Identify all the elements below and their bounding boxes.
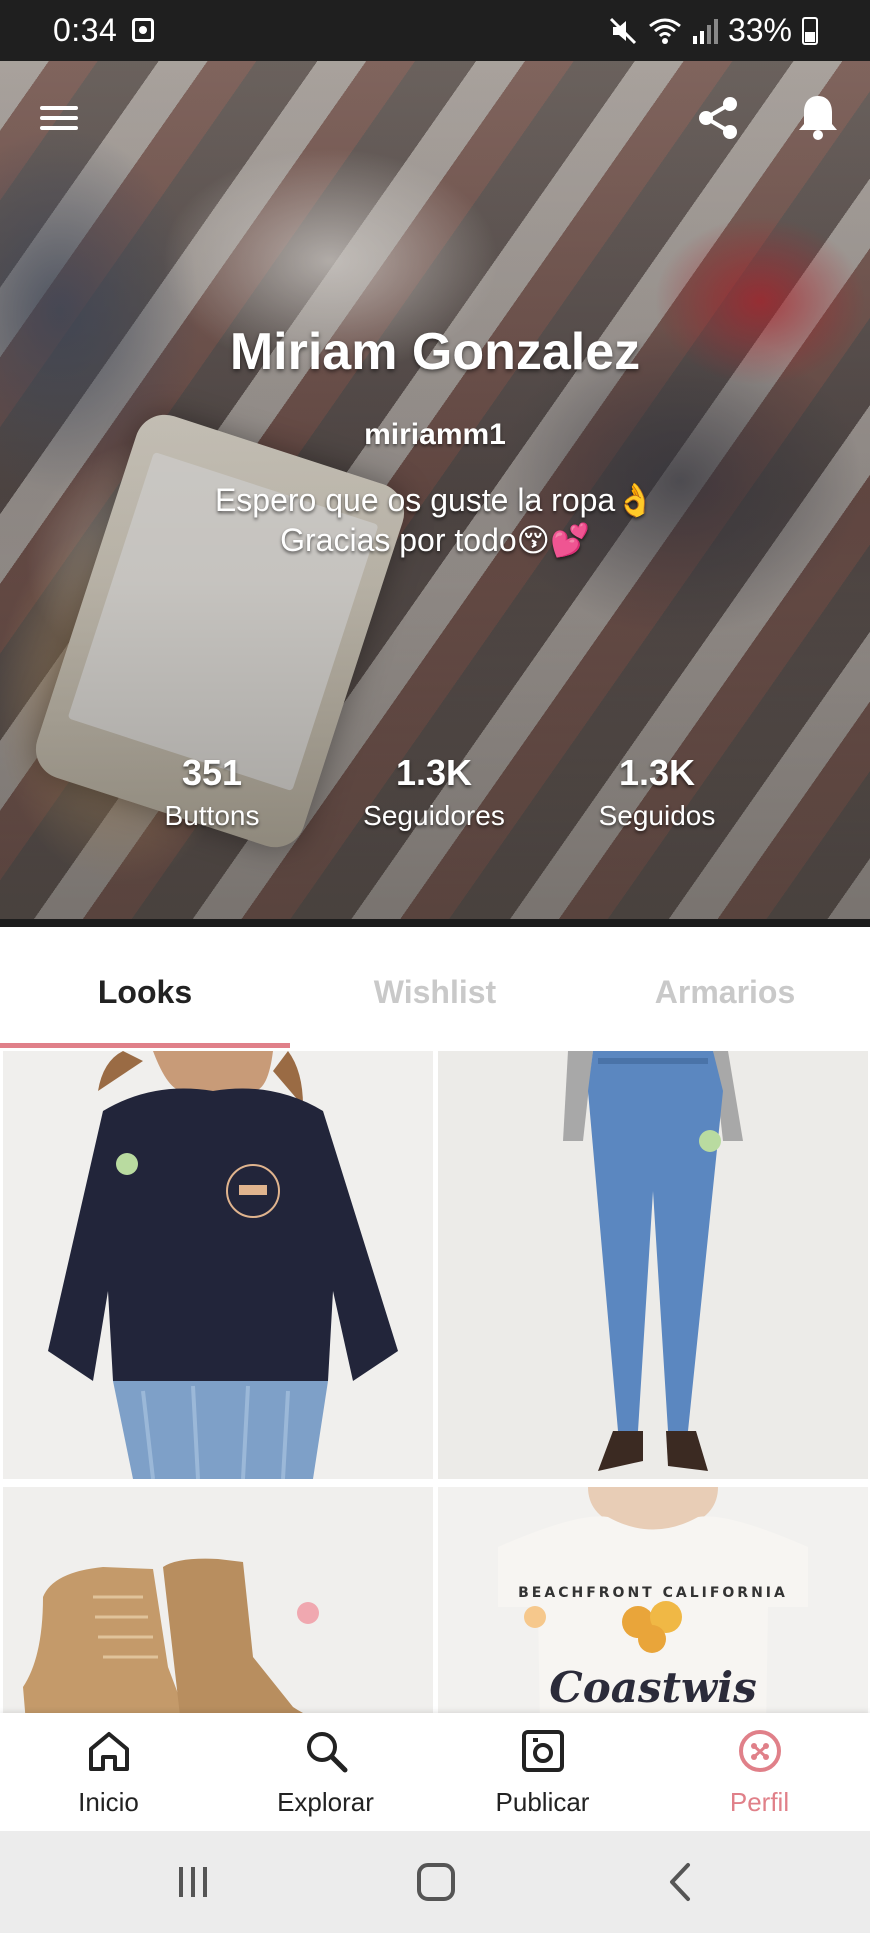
tab-wishlist[interactable]: Wishlist	[290, 927, 580, 1049]
svg-text:BEACHFRONT CALIFORNIA: BEACHFRONT CALIFORNIA	[518, 1585, 788, 1601]
back-icon[interactable]	[650, 1857, 710, 1907]
stat-buttons[interactable]: 351 Buttons	[102, 752, 322, 832]
nav-label: Explorar	[277, 1787, 374, 1817]
battery-icon	[802, 16, 818, 45]
tan-boots-image	[23, 1558, 319, 1713]
nav-label: Inicio	[78, 1787, 139, 1817]
home-icon	[88, 1732, 129, 1771]
signal-icon	[692, 18, 718, 44]
bio-line: Gracias por todo😚💕	[280, 522, 590, 558]
stat-label: Seguidores	[363, 800, 505, 831]
white-tshirt-image: BEACHFRONT CALIFORNIA Coastwis	[498, 1487, 808, 1713]
profile-username: miriamm1	[364, 418, 506, 451]
bell-icon[interactable]	[788, 88, 848, 148]
nav-publicar[interactable]: Publicar	[434, 1713, 651, 1831]
share-icon[interactable]	[688, 88, 748, 148]
stat-seguidores[interactable]: 1.3K Seguidores	[324, 752, 544, 832]
looks-grid: BEACHFRONT CALIFORNIA Coastwis	[0, 1051, 870, 1713]
nav-label: Publicar	[495, 1787, 590, 1817]
profile-tabs: Looks Wishlist Armarios	[0, 927, 870, 1049]
home-button-icon[interactable]	[406, 1857, 466, 1907]
status-bar: 0:34 33%	[0, 0, 870, 61]
grid-item-tshirt[interactable]: BEACHFRONT CALIFORNIA Coastwis	[438, 1487, 868, 1713]
bio-line: Espero que os guste la ropa👌	[214, 482, 656, 518]
navy-sweatshirt-image	[48, 1051, 398, 1479]
stat-label: Seguidos	[598, 800, 716, 831]
recent-apps-icon[interactable]	[163, 1857, 223, 1907]
blue-jeans-image	[563, 1051, 743, 1471]
nav-perfil[interactable]: Perfil	[651, 1713, 868, 1831]
tab-looks[interactable]: Looks	[0, 927, 290, 1049]
grid-item-boots[interactable]	[3, 1487, 433, 1713]
grid-item-sweatshirt[interactable]	[3, 1051, 433, 1479]
bottom-navigation: Inicio Explorar Publicar Perfil	[0, 1713, 870, 1831]
system-navigation-bar	[0, 1831, 870, 1933]
grid-item-jeans[interactable]	[438, 1051, 868, 1479]
search-icon	[306, 1732, 347, 1773]
stat-label: Buttons	[164, 800, 260, 831]
menu-icon[interactable]	[30, 88, 90, 148]
battery-percentage: 33%	[727, 12, 792, 48]
tab-armarios[interactable]: Armarios	[580, 927, 870, 1049]
notification-icon	[132, 18, 154, 42]
camera-icon	[521, 1730, 564, 1772]
mute-icon	[609, 17, 637, 44]
nav-inicio[interactable]: Inicio	[0, 1713, 217, 1831]
nav-label: Perfil	[729, 1787, 790, 1817]
stat-value: 351	[181, 752, 243, 793]
stat-value: 1.3K	[395, 752, 473, 793]
stat-value: 1.3K	[618, 752, 696, 793]
nav-explorar[interactable]: Explorar	[217, 1713, 434, 1831]
status-time: 0:34	[53, 12, 118, 48]
stat-seguidos[interactable]: 1.3K Seguidos	[547, 752, 767, 832]
svg-text:Coastwis: Coastwis	[549, 1663, 756, 1712]
tab-indicator	[0, 1043, 290, 1048]
status-right: 33%	[608, 12, 818, 49]
profile-name: Miriam Gonzalez	[229, 323, 641, 381]
profile-bio: Espero que os guste la ropa👌 Gracias por…	[0, 480, 870, 560]
profile-icon	[738, 1730, 781, 1772]
wifi-icon	[649, 18, 681, 44]
